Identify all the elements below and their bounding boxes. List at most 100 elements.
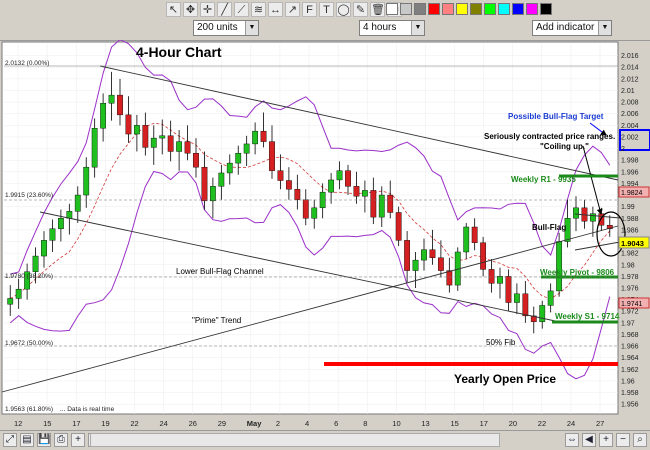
fib-236-label: 1.9915 (23.60%) [5, 192, 53, 199]
candle-bull [150, 137, 157, 148]
zoom-in-icon[interactable]: + [71, 433, 85, 447]
units-select[interactable]: 200 units ▼ [193, 20, 259, 36]
y-tick-label: 2.016 [621, 53, 639, 60]
save-icon[interactable]: 💾 [37, 433, 51, 447]
candle-bear [167, 135, 174, 152]
candle-bull [513, 293, 520, 303]
candle-bull [361, 190, 368, 197]
candle-bear [201, 166, 208, 202]
print-icon[interactable]: ⎙ [54, 433, 68, 447]
zoom-fit-icon[interactable]: ⤢ [3, 433, 17, 447]
zoom-in-icon[interactable]: + [599, 433, 613, 447]
candle-bull [218, 172, 225, 187]
chart-scrollbar[interactable] [90, 433, 500, 447]
scroll-left-icon[interactable]: ◀ [582, 433, 596, 447]
candle-bull [159, 135, 166, 139]
candle-bull [209, 186, 216, 202]
ray-icon[interactable]: ⟋ [234, 2, 249, 17]
y-tick-label: 2.012 [621, 76, 639, 83]
y-tick-label: 1.98 [621, 262, 635, 269]
candle-bull [7, 298, 14, 305]
x-tick-label: 26 [189, 419, 197, 428]
units-value: 200 units [197, 22, 238, 33]
x-tick-label: 22 [538, 419, 546, 428]
text-icon[interactable]: T [319, 2, 334, 17]
trash-icon[interactable]: 🗑 [370, 2, 385, 17]
trendline-icon[interactable]: ╱ [217, 2, 232, 17]
price-chart[interactable]: 4-Hour Chart 2.0132 (0.00%) 1.9915 (23.6… [0, 40, 650, 430]
color-swatch-8[interactable] [498, 3, 510, 15]
y-tick-label: 1.988 [621, 216, 639, 223]
x-tick-label: 15 [43, 419, 51, 428]
zoom-out-icon[interactable]: − [616, 433, 630, 447]
candle-bull [547, 290, 554, 306]
y-tick-label: 1.966 [621, 344, 639, 351]
candle-bull [32, 255, 39, 272]
x-tick-label: May [247, 419, 262, 428]
crosshair-icon[interactable]: ✛ [200, 2, 215, 17]
candle-bull [463, 226, 470, 253]
channel-icon[interactable]: ≋ [251, 2, 266, 17]
candle-bull [15, 288, 22, 299]
y-tick-label: 2.002 [621, 134, 639, 141]
color-swatch-3[interactable] [428, 3, 440, 15]
color-swatch-9[interactable] [512, 3, 524, 15]
eraser-icon[interactable]: ✎ [353, 2, 368, 17]
interval-select[interactable]: 4 hours ▼ [359, 20, 425, 36]
color-swatch-4[interactable] [442, 3, 454, 15]
y-tick-label: 1.958 [621, 390, 639, 397]
candle-bear [277, 170, 284, 181]
yearly-open-label: Yearly Open Price [454, 372, 556, 386]
candle-bull [556, 241, 563, 292]
candle-bull [108, 94, 115, 104]
chart-type-icon[interactable]: ▤ [20, 433, 34, 447]
color-swatch-1[interactable] [400, 3, 412, 15]
y-axis: 2.016 2.014 2.012 2.01 2.008 2.006 2.004 2.002 2… [621, 53, 639, 409]
candle-bear [260, 130, 267, 142]
horizontal-line-icon[interactable]: ↔ [268, 2, 283, 17]
candle-bull [133, 125, 140, 135]
x-tick-label: 27 [596, 419, 604, 428]
color-swatch-10[interactable] [526, 3, 538, 15]
chevron-down-icon: ▼ [411, 21, 424, 35]
weekly-r1-label: Weekly R1 - 9935 [511, 175, 576, 184]
y-tick-label: 1.972 [621, 309, 639, 316]
candle-bull [573, 207, 579, 219]
color-swatch-6[interactable] [470, 3, 482, 15]
candle-bull [66, 211, 73, 219]
weekly-pivot-label: Weekly Pivot - 9806 [540, 268, 615, 277]
fib-618-label: 1.9563 (61.80%) [5, 406, 53, 413]
x-tick-label: 6 [334, 419, 338, 428]
bottom-right-tools: ⇔ ◀ + − ⌕ [565, 433, 647, 447]
x-tick-label: 24 [567, 419, 575, 428]
cursor-icon[interactable]: ↖ [166, 2, 181, 17]
color-swatch-11[interactable] [540, 3, 552, 15]
candle-bear [142, 125, 149, 148]
fibonacci-icon[interactable]: F [302, 2, 317, 17]
indicator-select[interactable]: Add indicator ▼ [532, 20, 612, 36]
color-swatch-0[interactable] [386, 3, 398, 15]
magnify-icon[interactable]: ⌕ [633, 433, 647, 447]
candle-bull [226, 162, 233, 174]
candle-bear [125, 114, 132, 135]
candle-bull [91, 128, 98, 168]
candle-bull [49, 228, 56, 241]
color-swatch-5[interactable] [456, 3, 468, 15]
r1-tag-text: 1.9824 [621, 190, 643, 197]
candle-bear [193, 153, 199, 168]
candle-bull [252, 130, 259, 145]
color-swatch-7[interactable] [484, 3, 496, 15]
y-tick-label: 1.956 [621, 402, 639, 409]
candle-bear [269, 141, 275, 171]
zoom-range-icon[interactable]: ⇔ [565, 433, 579, 447]
arrow-icon[interactable]: ↗ [285, 2, 300, 17]
candle-bear [353, 186, 360, 197]
chevron-down-icon: ▼ [598, 21, 611, 35]
ellipse-icon[interactable]: ◯ [336, 2, 351, 17]
color-swatch-2[interactable] [414, 3, 426, 15]
fib-50-label: 1.9672 (50.00%) [5, 340, 53, 347]
y-tick-label: 1.968 [621, 332, 639, 339]
pan-icon[interactable]: ✥ [183, 2, 198, 17]
x-tick-label: 29 [218, 419, 226, 428]
y-tick-label: 1.976 [621, 286, 639, 293]
